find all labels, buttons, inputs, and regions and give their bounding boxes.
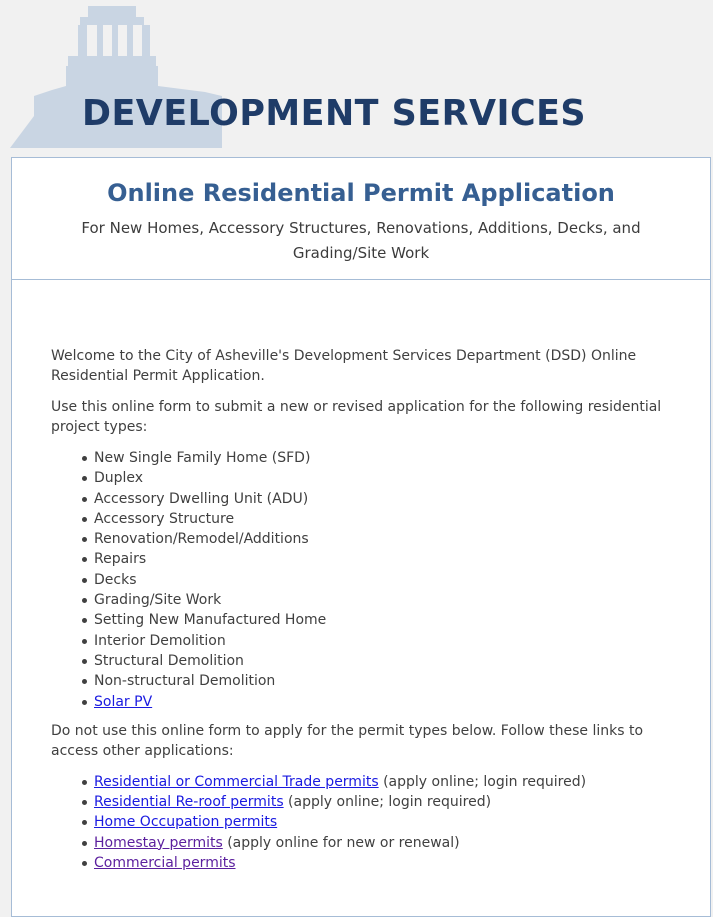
trade-permits-note: (apply online; login required) xyxy=(378,773,587,790)
list-item: Interior Demolition xyxy=(82,631,670,651)
list-item: Duplex xyxy=(82,468,670,488)
list-item: Setting New Manufactured Home xyxy=(82,610,670,630)
list-item: Home Occupation permits xyxy=(82,812,670,832)
page-subtitle: For New Homes, Accessory Structures, Ren… xyxy=(81,219,641,262)
reroof-permits-note: (apply online; login required) xyxy=(283,794,492,811)
list-item: Grading/Site Work xyxy=(82,590,670,610)
department-title: DEVELOPMENT SERVICES xyxy=(82,93,587,134)
form-header: Online Residential Permit Application Fo… xyxy=(12,158,710,280)
header-banner: DEVELOPMENT SERVICES xyxy=(0,0,713,152)
other-applications-paragraph: Do not use this online form to apply for… xyxy=(51,722,644,759)
homestay-permits-note: (apply online for new or renewal) xyxy=(222,834,460,851)
list-item: Decks xyxy=(82,570,670,590)
list-item: Residential or Commercial Trade permits … xyxy=(82,772,670,792)
list-item: Residential Re-roof permits (apply onlin… xyxy=(82,792,670,812)
list-item: Structural Demolition xyxy=(82,651,670,671)
homestay-permits-link[interactable]: Homestay permits xyxy=(94,835,223,851)
list-item: Homestay permits (apply online for new o… xyxy=(82,833,670,853)
form-body: Welcome to the City of Asheville's Devel… xyxy=(12,280,710,873)
solar-pv-link[interactable]: Solar PV xyxy=(94,694,152,710)
list-item: Accessory Structure xyxy=(82,509,670,529)
page-title: Online Residential Permit Application xyxy=(107,179,615,207)
intro-paragraph-welcome: Welcome to the City of Asheville's Devel… xyxy=(51,348,637,384)
other-permits-list: Residential or Commercial Trade permits … xyxy=(51,772,670,873)
list-item: Accessory Dwelling Unit (ADU) xyxy=(82,489,670,509)
list-item: Repairs xyxy=(82,549,670,569)
list-item: Non-structural Demolition xyxy=(82,671,670,691)
intro-paragraph-usage: Use this online form to submit a new or … xyxy=(51,399,662,435)
list-item: New Single Family Home (SFD) xyxy=(82,448,670,468)
home-occupation-permits-link[interactable]: Home Occupation permits xyxy=(94,814,277,830)
form-card: Online Residential Permit Application Fo… xyxy=(11,157,711,917)
project-type-list: New Single Family Home (SFD) Duplex Acce… xyxy=(51,448,670,712)
list-item: Renovation/Remodel/Additions xyxy=(82,529,670,549)
commercial-permits-link[interactable]: Commercial permits xyxy=(94,855,236,871)
trade-permits-link[interactable]: Residential or Commercial Trade permits xyxy=(94,774,379,790)
list-item: Commercial permits xyxy=(82,853,670,873)
list-item: Solar PV xyxy=(82,692,670,712)
reroof-permits-link[interactable]: Residential Re-roof permits xyxy=(94,794,284,810)
